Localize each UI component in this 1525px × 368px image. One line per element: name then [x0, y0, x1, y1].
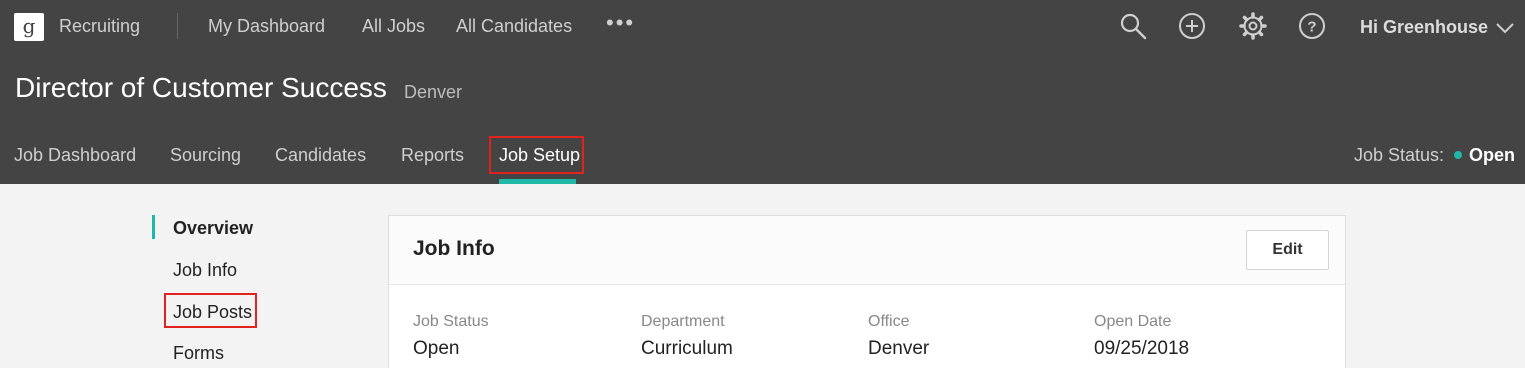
tab-sourcing[interactable]: Sourcing	[170, 145, 241, 166]
field-value-job-status: Open	[413, 338, 460, 359]
add-icon[interactable]	[1177, 11, 1207, 41]
user-menu[interactable]: Hi Greenhouse	[1360, 17, 1488, 38]
active-tab-indicator	[499, 179, 576, 184]
tab-candidates[interactable]: Candidates	[275, 145, 366, 166]
field-label-open-date: Open Date	[1094, 313, 1172, 330]
svg-text:?: ?	[1307, 19, 1316, 36]
nav-all-jobs[interactable]: All Jobs	[362, 16, 425, 37]
divider	[177, 13, 178, 39]
nav-my-dashboard[interactable]: My Dashboard	[208, 16, 325, 37]
edit-button[interactable]: Edit	[1246, 230, 1329, 270]
tab-reports[interactable]: Reports	[401, 145, 464, 166]
gear-icon[interactable]	[1238, 11, 1268, 41]
job-status-value[interactable]: Open	[1469, 145, 1515, 166]
more-menu-icon[interactable]: •••	[606, 10, 635, 36]
tab-job-dashboard[interactable]: Job Dashboard	[14, 145, 136, 166]
sidebar-item-job-info[interactable]: Job Info	[173, 260, 237, 281]
field-value-department: Curriculum	[641, 338, 733, 359]
app-name[interactable]: Recruiting	[59, 16, 140, 37]
sidebar-item-overview[interactable]: Overview	[173, 218, 253, 239]
job-location: Denver	[404, 82, 463, 102]
card-title: Job Info	[413, 237, 495, 260]
status-dot-icon	[1454, 151, 1462, 159]
field-label-office: Office	[868, 313, 910, 330]
job-status-label: Job Status:	[1354, 145, 1445, 165]
greenhouse-logo[interactable]: g	[14, 13, 44, 41]
search-icon[interactable]	[1118, 11, 1148, 41]
field-label-department: Department	[641, 313, 725, 330]
app-header: g Recruiting My Dashboard All Jobs All C…	[0, 0, 1525, 184]
field-label-job-status: Job Status	[413, 313, 489, 330]
page-title: Director of Customer Success	[15, 72, 387, 103]
highlight-box-job-setup	[489, 136, 584, 174]
highlight-box-job-posts	[164, 293, 257, 328]
field-value-open-date: 09/25/2018	[1094, 338, 1190, 359]
field-value-office: Denver	[868, 338, 930, 359]
top-bar: g Recruiting My Dashboard All Jobs All C…	[0, 0, 1525, 52]
help-icon[interactable]: ?	[1297, 11, 1327, 41]
sidebar-item-forms[interactable]: Forms	[173, 343, 224, 364]
job-info-card: Job Info Edit Job Status Open Department…	[388, 215, 1346, 368]
sidebar-active-indicator	[152, 215, 155, 239]
chevron-down-icon[interactable]	[1494, 19, 1516, 37]
nav-all-candidates[interactable]: All Candidates	[456, 16, 572, 37]
card-header: Job Info Edit	[389, 216, 1345, 285]
